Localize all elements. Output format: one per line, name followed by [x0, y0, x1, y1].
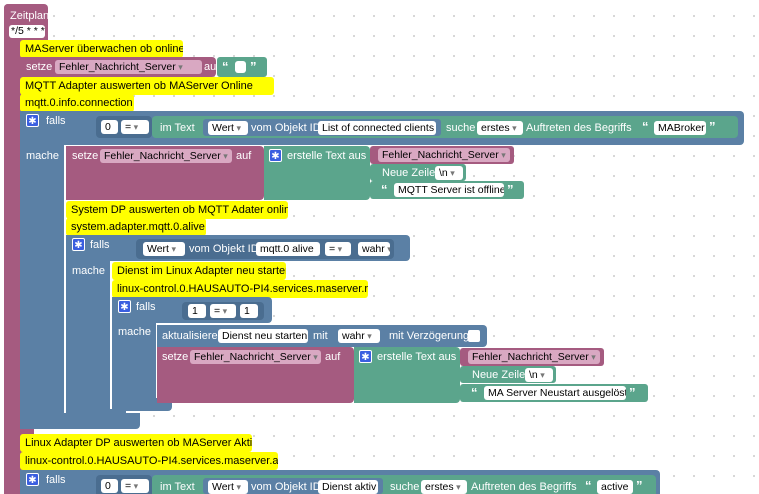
operator-dropdown[interactable]: =: [121, 479, 149, 493]
gear-icon[interactable]: ✱: [26, 473, 39, 486]
comment-note: linux-control.0.HAUSAUTO-PI4.services.ma…: [112, 280, 368, 298]
set-label: setze: [162, 351, 189, 363]
occurrence-label: Auftreten des Begriffs: [471, 481, 577, 493]
if-label: falls: [136, 301, 156, 313]
quote-open-icon: “: [585, 478, 592, 493]
delay-label: mit Verzögerung: [389, 330, 470, 342]
variable-dropdown[interactable]: Fehler_Nachricht_Server: [55, 60, 202, 74]
delay-checkbox[interactable]: [468, 330, 480, 342]
comment-note: System DP auswerten ob MQTT Adater onlin…: [66, 201, 288, 219]
create-text-label: erstelle Text aus: [287, 150, 367, 162]
do-label: mache: [118, 326, 152, 338]
quote-close-icon: ”: [636, 478, 643, 493]
comment-note: MAServer überwachen ob online: [20, 40, 183, 58]
quote-open-icon: “: [222, 59, 229, 74]
operator-dropdown[interactable]: =: [325, 242, 351, 256]
if-label: falls: [90, 239, 110, 251]
do-label: mache: [26, 150, 60, 162]
if-label: falls: [46, 474, 66, 486]
if-block[interactable]: [66, 235, 110, 421]
search-label: suche: [446, 122, 476, 134]
boolean-dropdown[interactable]: wahr: [358, 242, 390, 256]
comment-note: Linux Adapter DP auswerten ob MAServer A…: [20, 434, 252, 452]
set-label: setze: [72, 150, 99, 162]
quote-close-icon: ”: [629, 385, 636, 400]
comment-note: linux-control.0.HAUSAUTO-PI4.services.ma…: [20, 452, 278, 470]
to-label: auf: [236, 150, 252, 162]
cron-field[interactable]: */5 * * * *: [9, 25, 45, 38]
object-label: vom Objekt ID: [251, 122, 321, 134]
in-text-label: im Text: [160, 481, 195, 493]
value-dropdown[interactable]: Wert: [208, 121, 248, 135]
update-label: aktualisiere: [162, 330, 218, 342]
create-text-label: erstelle Text aus: [377, 351, 457, 363]
quote-open-icon: “: [471, 385, 478, 400]
schedule-label: Zeitplan: [10, 10, 50, 22]
gear-icon[interactable]: ✱: [72, 238, 85, 251]
gear-icon[interactable]: ✱: [359, 350, 372, 363]
object-label: vom Objekt ID: [189, 243, 259, 255]
if-label: falls: [46, 115, 66, 127]
term-field[interactable]: active: [597, 480, 633, 494]
value-dropdown[interactable]: Wert: [208, 480, 248, 494]
zero-value[interactable]: 0: [101, 479, 118, 493]
do-label: mache: [72, 265, 106, 277]
empty-text-input[interactable]: [235, 61, 246, 73]
in-text-label: im Text: [160, 122, 195, 134]
gear-icon[interactable]: ✱: [269, 149, 282, 162]
comment-note: system.adapter.mqtt.0.alive: [66, 218, 206, 236]
object-id-field[interactable]: Dienst aktiv: [318, 480, 378, 494]
newline-label: Neue Zeile: [472, 369, 526, 381]
variable-dropdown[interactable]: Fehler_Nachricht_Server: [378, 148, 510, 162]
object-id-field[interactable]: mqtt.0 alive: [256, 242, 320, 256]
variable-dropdown[interactable]: Fehler_Nachricht_Server: [468, 350, 600, 364]
text-input[interactable]: MQTT Server ist offline: [394, 183, 504, 197]
object-label: vom Objekt ID: [251, 481, 321, 493]
value-dropdown[interactable]: Wert: [143, 242, 185, 256]
quote-close-icon: ”: [507, 182, 514, 197]
operator-dropdown[interactable]: =: [210, 304, 236, 318]
comment-note: Dienst im Linux Adapter neu starten: [112, 262, 286, 280]
quote-close-icon: ”: [709, 119, 716, 134]
service-dropdown[interactable]: Dienst neu starten: [218, 329, 308, 343]
newline-label: Neue Zeile: [382, 167, 436, 179]
to-label: auf: [325, 351, 341, 363]
quote-open-icon: “: [381, 182, 388, 197]
occurrence-label: Auftreten des Begriffs: [526, 122, 632, 134]
comment-note: mqtt.0.info.connection: [20, 94, 134, 112]
comment-note: MQTT Adapter auswerten ob MAServer Onlin…: [20, 77, 274, 95]
gear-icon[interactable]: ✱: [26, 114, 39, 127]
variable-dropdown[interactable]: Fehler_Nachricht_Server: [100, 149, 232, 163]
term-field[interactable]: MABroker: [654, 121, 706, 135]
search-label: suche: [390, 481, 420, 493]
text-input[interactable]: MA Server Neustart ausgelöst: [484, 386, 626, 400]
first-dropdown[interactable]: erstes: [477, 121, 523, 135]
one-value[interactable]: 1: [240, 304, 258, 318]
quote-close-icon: ”: [250, 59, 257, 74]
operator-dropdown[interactable]: =: [121, 120, 149, 134]
gear-icon[interactable]: ✱: [118, 300, 131, 313]
one-value[interactable]: 1: [188, 304, 206, 318]
quote-open-icon: “: [642, 119, 649, 134]
with-dropdown[interactable]: wahr: [338, 329, 380, 343]
variable-dropdown[interactable]: Fehler_Nachricht_Server: [190, 350, 321, 364]
object-id-field[interactable]: List of connected clients: [318, 121, 436, 135]
set-label: setze: [26, 61, 53, 73]
zero-value[interactable]: 0: [101, 120, 118, 134]
newline-dropdown[interactable]: \n: [525, 368, 553, 382]
first-dropdown[interactable]: erstes: [421, 480, 467, 494]
newline-dropdown[interactable]: \n: [435, 166, 463, 180]
with-label: mit: [313, 330, 328, 342]
